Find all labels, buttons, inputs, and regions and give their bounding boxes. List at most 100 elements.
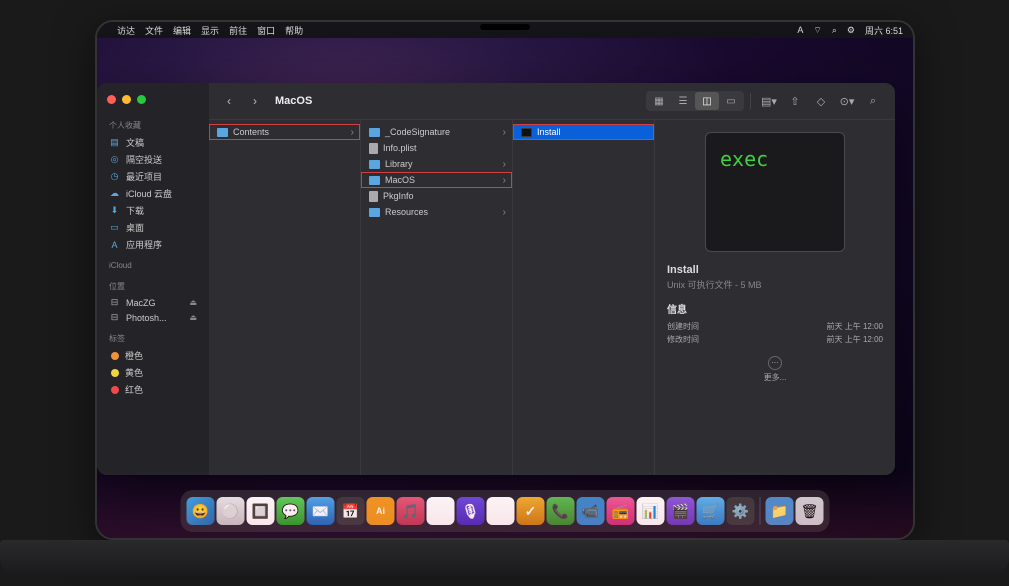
dock-downloads[interactable]: 📁 [766, 497, 794, 525]
menubar-window[interactable]: 窗口 [257, 24, 275, 37]
input-source-icon[interactable]: A [797, 25, 803, 35]
favorites-heading: 个人收藏 [97, 116, 209, 134]
dock-app-18[interactable]: ⚙️ [727, 497, 755, 525]
info-modified: 修改时间前天 上午 12:00 [667, 333, 883, 346]
sidebar-item-airdrop[interactable]: ◎隔空投送 [97, 151, 209, 168]
dock-app-8[interactable]: 22 [427, 497, 455, 525]
dock-app-5[interactable]: 📅 [337, 497, 365, 525]
tag-dot-icon [111, 369, 119, 377]
column-2: _CodeSignature Info.plist Library MacOS … [361, 120, 513, 475]
file-icon [369, 143, 378, 154]
action-button[interactable]: ⊙▾ [835, 91, 859, 111]
list-view-button[interactable]: ☰ [671, 92, 695, 110]
camera-notch [480, 24, 530, 30]
menubar-help[interactable]: 帮助 [285, 24, 303, 37]
finder-window: 个人收藏 ▤文稿 ◎隔空投送 ◷最近项目 ☁iCloud 云盘 ⬇下载 ▭桌面 … [97, 83, 895, 475]
menubar-edit[interactable]: 编辑 [173, 24, 191, 37]
preview-column: exec Install Unix 可执行文件 - 5 MB 信息 创建时间前天… [655, 120, 895, 475]
spotlight-icon[interactable]: ⌕ [832, 25, 837, 36]
sidebar-tag-orange[interactable]: 橙色 [97, 347, 209, 364]
cloud-icon: ☁ [109, 188, 120, 199]
tag-dot-icon [111, 386, 119, 394]
dock-app-4[interactable]: ✉️ [307, 497, 335, 525]
fullscreen-button[interactable] [137, 95, 146, 104]
window-controls [97, 91, 209, 114]
dock-app-2[interactable]: 🔲 [247, 497, 275, 525]
folder-macos[interactable]: MacOS [361, 172, 512, 188]
clock-icon: ◷ [109, 171, 120, 182]
group-by-button[interactable]: ▤▾ [757, 91, 781, 111]
preview-thumbnail: exec [705, 132, 845, 252]
dock: 😀⚪🔲💬✉️📅Ai🎵22🎙🗒✓📞📹📻📊🎬🛒⚙️ 📁🗑 [181, 490, 830, 532]
dock-trash[interactable]: 🗑 [796, 497, 824, 525]
folder-contents[interactable]: Contents [209, 124, 360, 140]
menubar-view[interactable]: 显示 [201, 24, 219, 37]
menubar-go[interactable]: 前往 [229, 24, 247, 37]
sidebar-item-photoshop[interactable]: ⊟Photosh... [97, 310, 209, 325]
menubar-app[interactable]: 访达 [117, 24, 135, 37]
folder-library[interactable]: Library [361, 156, 512, 172]
toolbar-divider [750, 93, 751, 109]
tag-button[interactable]: ◇ [809, 91, 833, 111]
sidebar-item-applications[interactable]: A应用程序 [97, 236, 209, 253]
sidebar-item-desktop[interactable]: ▭桌面 [97, 219, 209, 236]
sidebar-item-icloud[interactable]: ☁iCloud 云盘 [97, 185, 209, 202]
minimize-button[interactable] [122, 95, 131, 104]
folder-resources[interactable]: Resources [361, 204, 512, 220]
sidebar-item-recents[interactable]: ◷最近项目 [97, 168, 209, 185]
dock-app-15[interactable]: 📊 [637, 497, 665, 525]
wifi-icon[interactable]: ⌔ [813, 25, 821, 36]
dock-app-14[interactable]: 📻 [607, 497, 635, 525]
close-button[interactable] [107, 95, 116, 104]
gallery-view-button[interactable]: ▭ [719, 92, 743, 110]
disk-icon: ⊟ [109, 312, 120, 323]
locations-heading: 位置 [97, 277, 209, 295]
file-install[interactable]: Install [513, 124, 654, 140]
sidebar-tag-red[interactable]: 红色 [97, 381, 209, 398]
dock-app-6[interactable]: Ai [367, 497, 395, 525]
search-button[interactable]: ⌕ [861, 91, 885, 111]
airdrop-icon: ◎ [109, 154, 120, 165]
ellipsis-icon: ⋯ [768, 356, 782, 370]
desktop-icon: ▭ [109, 222, 120, 233]
share-button[interactable]: ⇧ [783, 91, 807, 111]
dock-app-0[interactable]: 😀 [187, 497, 215, 525]
sidebar-item-maczg[interactable]: ⊟MacZG [97, 295, 209, 310]
finder-main: ‹ › MacOS ▦ ☰ ◫ ▭ ▤▾ ⇧ ◇ ⊙ [209, 83, 895, 475]
laptop-base [0, 540, 1009, 576]
dock-app-17[interactable]: 🛒 [697, 497, 725, 525]
dock-app-12[interactable]: 📞 [547, 497, 575, 525]
forward-button[interactable]: › [245, 91, 265, 111]
sidebar-item-documents[interactable]: ▤文稿 [97, 134, 209, 151]
menubar-file[interactable]: 文件 [145, 24, 163, 37]
sidebar-item-downloads[interactable]: ⬇下载 [97, 202, 209, 219]
preview-kind: Unix 可执行文件 - 5 MB [667, 278, 883, 291]
file-info-plist[interactable]: Info.plist [361, 140, 512, 156]
folder-icon [217, 128, 228, 137]
dock-app-9[interactable]: 🎙 [457, 497, 485, 525]
dock-app-3[interactable]: 💬 [277, 497, 305, 525]
document-icon: ▤ [109, 137, 120, 148]
preview-filename: Install [667, 264, 883, 276]
dock-app-1[interactable]: ⚪ [217, 497, 245, 525]
more-button[interactable]: ⋯ 更多... [667, 356, 883, 383]
folder-icon [369, 128, 380, 137]
applications-icon: A [109, 239, 120, 250]
icon-view-button[interactable]: ▦ [647, 92, 671, 110]
file-pkginfo[interactable]: PkgInfo [361, 188, 512, 204]
folder-codesignature[interactable]: _CodeSignature [361, 124, 512, 140]
dock-app-7[interactable]: 🎵 [397, 497, 425, 525]
control-center-icon[interactable]: ⚙ [847, 25, 855, 36]
dock-app-16[interactable]: 🎬 [667, 497, 695, 525]
dock-app-13[interactable]: 📹 [577, 497, 605, 525]
column-3: Install [513, 120, 655, 475]
sidebar-tag-yellow[interactable]: 黄色 [97, 364, 209, 381]
dock-app-11[interactable]: ✓ [517, 497, 545, 525]
dock-app-10[interactable]: 🗒 [487, 497, 515, 525]
menubar-clock[interactable]: 周六 6:51 [865, 24, 903, 37]
folder-icon [369, 176, 380, 185]
column-view-button[interactable]: ◫ [695, 92, 719, 110]
back-button[interactable]: ‹ [219, 91, 239, 111]
icloud-heading: iCloud [97, 257, 209, 273]
disk-icon: ⊟ [109, 297, 120, 308]
